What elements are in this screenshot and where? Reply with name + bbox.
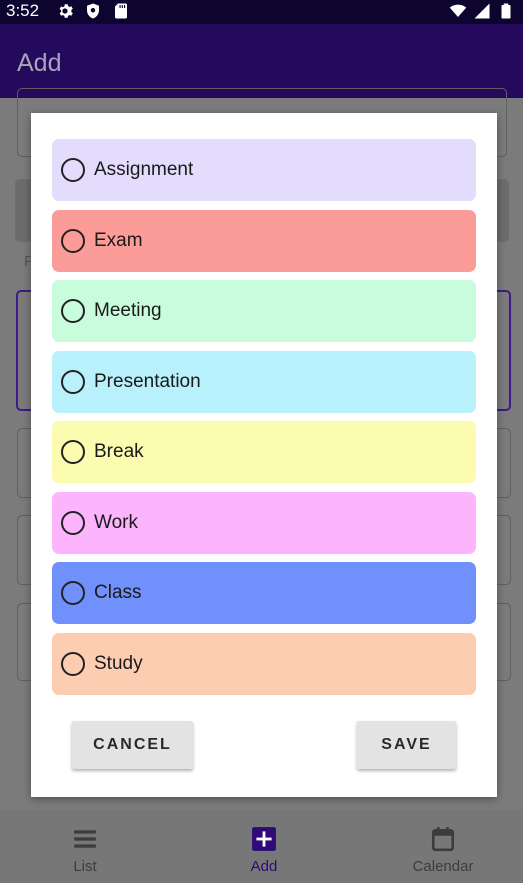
radio-button[interactable] (61, 158, 85, 182)
add-box-icon (252, 827, 276, 851)
nav-item-list[interactable]: List (15, 810, 155, 883)
option-label: Meeting (94, 300, 162, 321)
sd-card-icon (115, 3, 127, 19)
option-label: Assignment (94, 159, 194, 180)
option-work[interactable]: Work (52, 492, 476, 554)
option-presentation[interactable]: Presentation (52, 351, 476, 413)
save-button[interactable]: SAVE (357, 721, 456, 769)
option-assignment[interactable]: Assignment (52, 139, 476, 201)
nav-label-list: List (73, 858, 97, 875)
page-title: Add (17, 49, 62, 77)
bottom-navigation: List Add Calendar (0, 810, 523, 883)
radio-button[interactable] (61, 440, 85, 464)
option-label: Break (94, 441, 144, 462)
battery-icon (501, 3, 511, 19)
nav-item-calendar[interactable]: Calendar (373, 810, 513, 883)
list-icon (74, 830, 96, 848)
radio-button[interactable] (61, 581, 85, 605)
option-label: Presentation (94, 371, 201, 392)
option-label: Study (94, 653, 143, 674)
app-bar: Add (0, 24, 523, 98)
option-study[interactable]: Study (52, 633, 476, 695)
calendar-icon (431, 827, 455, 852)
option-label: Work (94, 512, 138, 533)
shield-icon (87, 3, 99, 19)
cancel-button[interactable]: CANCEL (72, 721, 193, 769)
gear-icon (59, 4, 73, 18)
nav-label-calendar: Calendar (412, 858, 474, 875)
radio-button[interactable] (61, 370, 85, 394)
option-label: Class (94, 582, 142, 603)
wifi-icon (449, 4, 467, 17)
option-label: Exam (94, 230, 143, 251)
option-exam[interactable]: Exam (52, 210, 476, 272)
option-class[interactable]: Class (52, 562, 476, 624)
radio-button[interactable] (61, 511, 85, 535)
radio-button[interactable] (61, 652, 85, 676)
radio-button[interactable] (61, 299, 85, 323)
nav-item-add[interactable]: Add (194, 810, 334, 883)
option-break[interactable]: Break (52, 421, 476, 483)
nav-label-add: Add (250, 858, 278, 875)
radio-button[interactable] (61, 229, 85, 253)
status-bar: 3:52 (0, 0, 523, 24)
status-time: 3:52 (6, 1, 40, 20)
option-meeting[interactable]: Meeting (52, 280, 476, 342)
category-dialog: Assignment Exam Meeting Presentation Bre… (31, 113, 497, 797)
cell-signal-icon (474, 3, 490, 19)
